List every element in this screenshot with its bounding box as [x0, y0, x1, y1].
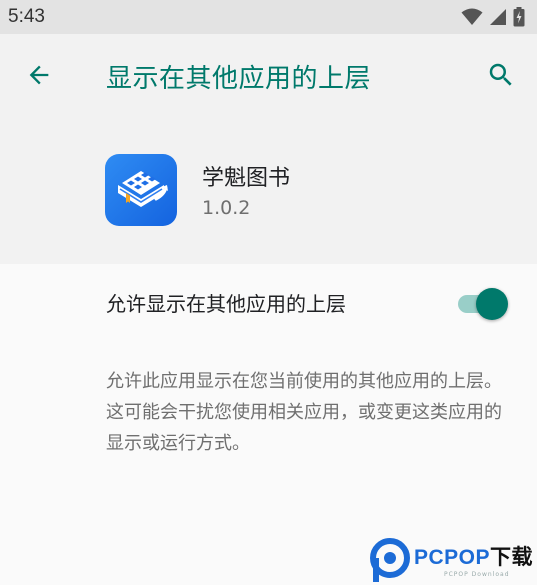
- search-icon: [486, 60, 516, 94]
- app-version: 1.0.2: [202, 197, 251, 219]
- cellular-signal-icon: [489, 8, 507, 26]
- app-icon: [105, 154, 177, 226]
- app-name: 学魁图书: [202, 166, 291, 191]
- pcpop-logo-icon: [370, 537, 410, 582]
- search-button[interactable]: [484, 60, 518, 94]
- watermark-sub: PCPOP Download: [444, 571, 510, 578]
- overlay-permission-label: 允许显示在其他应用的上层: [106, 292, 346, 316]
- watermark-brand: PCPOP下载: [414, 546, 534, 569]
- app-header: 显示在其他应用的上层 学魁图书 1.0.2: [0, 34, 537, 264]
- book-qr-app-icon: [112, 163, 170, 217]
- battery-charging-icon: [513, 7, 525, 27]
- page-title: 显示在其他应用的上层: [106, 64, 372, 94]
- overlay-permission-row[interactable]: 允许显示在其他应用的上层: [0, 264, 537, 342]
- status-bar: 5:43: [0, 0, 537, 34]
- overlay-permission-switch[interactable]: [456, 286, 508, 320]
- status-time: 5:43: [8, 6, 45, 27]
- arrow-back-icon: [25, 61, 53, 93]
- back-button[interactable]: [22, 60, 56, 94]
- toolbar: 显示在其他应用的上层: [0, 34, 537, 118]
- switch-thumb: [476, 288, 508, 320]
- status-icons: [461, 7, 525, 27]
- permission-description: 允许此应用显示在您当前使用的其他应用的上层。这可能会干扰您使用相关应用，或变更这…: [106, 371, 502, 454]
- watermark: PCPOP下载 PCPOP Download: [370, 534, 537, 585]
- wifi-icon: [461, 8, 483, 26]
